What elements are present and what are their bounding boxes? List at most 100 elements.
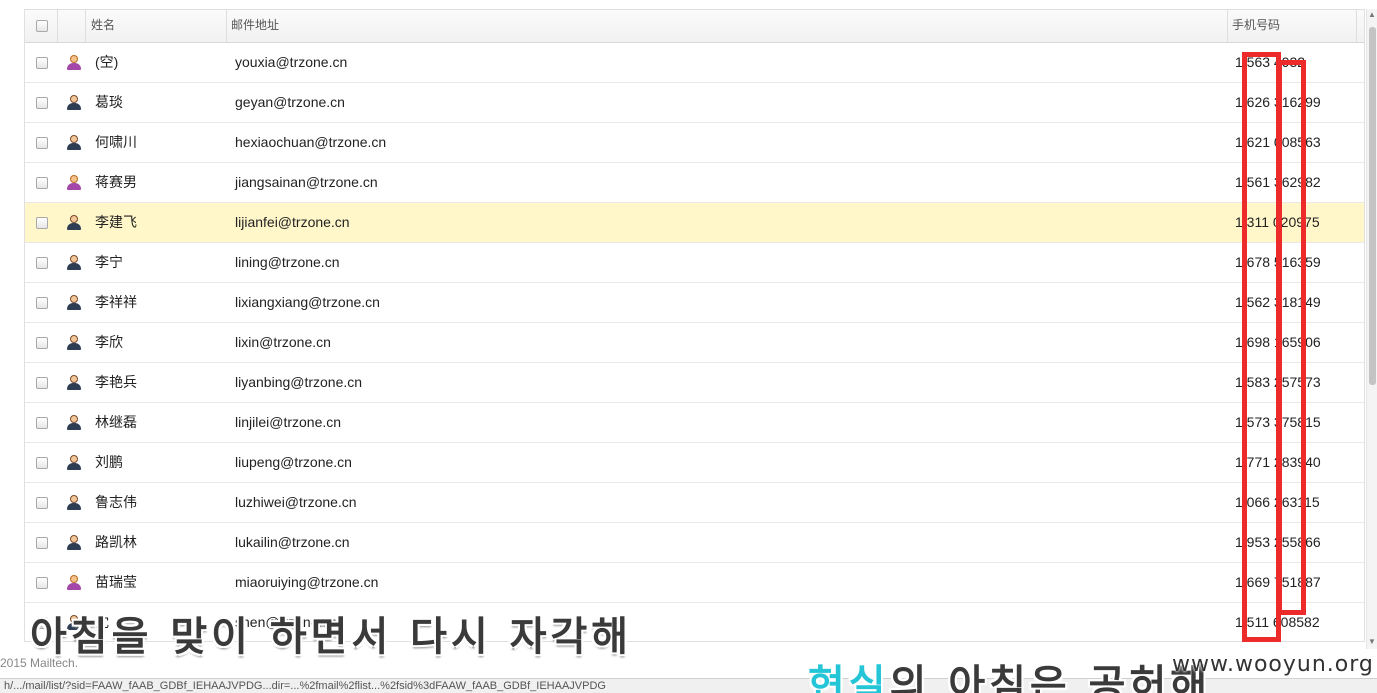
select-all-checkbox[interactable] [36,20,48,32]
scroll-down-arrow-icon[interactable]: ▼ [1368,637,1376,647]
row-avatar-cell [58,123,86,162]
row-avatar-cell [58,283,86,322]
male-user-icon [67,95,81,110]
contact-email[interactable]: linjilei@trzone.cn [235,403,341,442]
contact-email[interactable]: luzhiwei@trzone.cn [235,483,357,522]
table-row[interactable]: 李祥祥 lixiangxiang@trzone.cn 1 562 318149 [25,283,1364,323]
row-checkbox[interactable] [36,497,48,509]
table-row[interactable]: 李艳兵 liyanbing@trzone.cn 1 583 257573 [25,363,1364,403]
table-row[interactable]: 路凯林 lukailin@trzone.cn 1 953 255866 [25,523,1364,563]
vertical-scrollbar[interactable]: ▲ ▼ [1366,9,1377,649]
female-user-icon [67,175,81,190]
table-row[interactable]: 葛琰 geyan@trzone.cn 1 626 316299 [25,83,1364,123]
contact-email[interactable]: lining@trzone.cn [235,243,340,282]
female-user-icon [67,55,81,70]
contact-name[interactable]: 何啸川 [95,123,137,162]
row-select-cell [25,163,58,202]
male-user-icon [67,455,81,470]
table-row[interactable]: 鲁志伟 luzhiwei@trzone.cn 1 066 263115 [25,483,1364,523]
row-checkbox[interactable] [36,337,48,349]
male-user-icon [67,375,81,390]
row-select-cell [25,43,58,82]
grid-body: (空) youxia@trzone.cn 1 563 4932 葛琰 geyan@trz… [25,43,1364,641]
subtitle-accent: 현실 [808,662,890,693]
contact-name[interactable]: (空) [95,43,118,82]
male-user-icon [67,415,81,430]
contact-name[interactable]: 李艳兵 [95,363,137,402]
row-select-cell [25,83,58,122]
contact-email[interactable]: miaoruiying@trzone.cn [235,563,378,602]
row-avatar-cell [58,323,86,362]
row-select-cell [25,323,58,362]
row-select-cell [25,523,58,562]
table-row[interactable]: 何啸川 hexiaochuan@trzone.cn 1 621 008563 [25,123,1364,163]
contact-name[interactable]: 刘鹏 [95,443,123,482]
header-email[interactable]: 邮件地址 [227,10,1228,42]
table-row[interactable]: 李欣 lixin@trzone.cn 1 698 165906 [25,323,1364,363]
contact-name[interactable]: 苗瑞莹 [95,563,137,602]
contact-email[interactable]: lukailin@trzone.cn [235,523,350,562]
row-select-cell [25,443,58,482]
contact-name[interactable]: 李宁 [95,243,123,282]
contact-name[interactable]: 林继磊 [95,403,137,442]
contact-email[interactable]: jiangsainan@trzone.cn [235,163,378,202]
table-row[interactable]: 林继磊 linjilei@trzone.cn 1 573 375815 [25,403,1364,443]
table-row[interactable]: 刘鹏 liupeng@trzone.cn 1 771 283940 [25,443,1364,483]
row-checkbox[interactable] [36,57,48,69]
row-checkbox[interactable] [36,217,48,229]
row-checkbox[interactable] [36,97,48,109]
table-row[interactable]: 苗瑞莹 miaoruiying@trzone.cn 1 669 751887 [25,563,1364,603]
contact-email[interactable]: lijianfei@trzone.cn [235,203,350,242]
contact-name[interactable]: 葛琰 [95,83,123,122]
contact-name[interactable]: 蒋赛男 [95,163,137,202]
male-user-icon [67,495,81,510]
contact-name[interactable]: 李建飞 [95,203,137,242]
male-user-icon [67,135,81,150]
contact-grid: 姓名 邮件地址 手机号码 (空) youxia@trzone.cn 1 563 49… [24,9,1365,642]
contact-name[interactable]: 路凯林 [95,523,137,562]
header-select-cell [25,10,58,42]
header-phone[interactable]: 手机号码 [1228,10,1357,42]
contact-email[interactable]: geyan@trzone.cn [235,83,345,122]
row-checkbox[interactable] [36,377,48,389]
row-checkbox[interactable] [36,177,48,189]
scrollbar-thumb[interactable] [1369,27,1376,385]
row-checkbox[interactable] [36,297,48,309]
row-select-cell [25,123,58,162]
contact-email[interactable]: liupeng@trzone.cn [235,443,352,482]
contact-name[interactable]: 鲁志伟 [95,483,137,522]
row-checkbox[interactable] [36,137,48,149]
male-user-icon [67,335,81,350]
row-checkbox[interactable] [36,577,48,589]
row-checkbox[interactable] [36,257,48,269]
row-checkbox[interactable] [36,417,48,429]
row-checkbox[interactable] [36,537,48,549]
contact-email[interactable]: hexiaochuan@trzone.cn [235,123,386,162]
table-row[interactable]: 李宁 lining@trzone.cn 1 678 516359 [25,243,1364,283]
contact-email[interactable]: lixin@trzone.cn [235,323,331,362]
row-checkbox[interactable] [36,457,48,469]
top-cutoff-title [0,0,1377,8]
male-user-icon [67,295,81,310]
subtitle-line-1: 아침을 맞이 하면서 다시 자각해 [30,614,633,660]
table-row[interactable]: 蒋赛男 jiangsainan@trzone.cn 1 561 362982 [25,163,1364,203]
table-row[interactable]: 李建飞 lijianfei@trzone.cn 1 311 020975 [25,203,1364,243]
row-avatar-cell [58,403,86,442]
contact-email[interactable]: liyanbing@trzone.cn [235,363,362,402]
row-avatar-cell [58,363,86,402]
subtitle-line-2: 현실의 아침은 공허해 [808,652,1211,693]
table-row[interactable]: (空) youxia@trzone.cn 1 563 4932 [25,43,1364,83]
contact-email[interactable]: lixiangxiang@trzone.cn [235,283,380,322]
female-user-icon [67,575,81,590]
row-avatar-cell [58,243,86,282]
header-name[interactable]: 姓名 [86,10,227,42]
contact-name[interactable]: 李祥祥 [95,283,137,322]
row-select-cell [25,203,58,242]
contact-name[interactable]: 李欣 [95,323,123,362]
row-select-cell [25,483,58,522]
scroll-up-arrow-icon[interactable]: ▲ [1368,10,1376,20]
contact-email[interactable]: youxia@trzone.cn [235,43,347,82]
row-avatar-cell [58,163,86,202]
grid-header: 姓名 邮件地址 手机号码 [25,10,1364,43]
redaction-box-right [1277,60,1306,615]
